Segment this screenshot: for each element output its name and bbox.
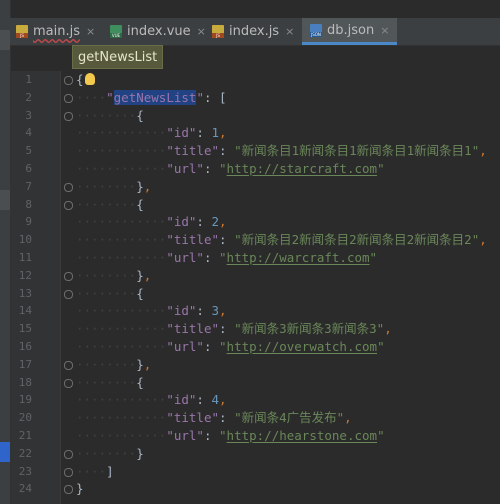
- code-line: ········{: [76, 107, 144, 123]
- line-number: 1: [25, 73, 32, 86]
- fold-marker-icon[interactable]: [64, 200, 73, 210]
- close-icon[interactable]: ×: [285, 25, 294, 38]
- fold-marker-icon[interactable]: [64, 467, 73, 477]
- code-line: ············"url": "http://starcraft.com…: [76, 161, 385, 176]
- line-number: 22: [18, 446, 32, 460]
- lightbulb-icon[interactable]: [84, 73, 95, 85]
- tab-index-vue[interactable]: VUE index.vue ×: [110, 18, 206, 45]
- breadcrumb-tooltip: getNewsList: [72, 45, 164, 69]
- code-line: ········}: [76, 445, 144, 461]
- code-line: }: [76, 481, 84, 497]
- line-number: 3: [25, 108, 32, 122]
- fold-marker-icon[interactable]: [64, 93, 73, 103]
- line-number: 2: [25, 90, 32, 104]
- line-number: 10: [18, 233, 32, 247]
- code-line: ····]: [76, 463, 114, 479]
- line-number: 18: [18, 375, 32, 389]
- code-line: ············"id": 2,: [76, 214, 227, 230]
- tab-label: index.vue: [127, 24, 191, 39]
- fold-marker-icon[interactable]: [64, 182, 73, 192]
- code-line: ········},: [76, 356, 152, 372]
- json-key-getNewsList: getNewsList: [113, 89, 197, 105]
- tool-strip-marker: [0, 190, 10, 210]
- fold-marker-icon[interactable]: [64, 360, 73, 370]
- editor-tab-bar: JS main.js × VUE index.vue × JS index.js…: [10, 18, 500, 46]
- line-number: 17: [18, 357, 32, 371]
- gutter-separator: [60, 71, 61, 504]
- code-line: ············"id": 3,: [76, 303, 227, 319]
- line-number: 21: [18, 429, 32, 442]
- json-file-icon: JSON: [310, 23, 322, 37]
- line-number: 7: [25, 179, 32, 193]
- code-line: {: [76, 71, 95, 89]
- code-line: ········{: [76, 285, 144, 301]
- line-number: 6: [25, 162, 32, 175]
- fold-marker-icon[interactable]: [64, 76, 73, 85]
- tool-strip-marker: [0, 30, 10, 50]
- close-icon[interactable]: ×: [380, 24, 389, 37]
- tool-strip-selected-marker: [0, 442, 10, 462]
- code-line: ········},: [76, 178, 152, 194]
- code-line: ············"id": 4,: [76, 392, 227, 408]
- code-editor[interactable]: { ····"getNewsList": [ ········{ ·······…: [76, 71, 500, 504]
- code-line: ············"title": "新闻条目2新闻条目2新闻条目2新闻条…: [76, 232, 487, 248]
- code-line: ············"id": 1,: [76, 125, 227, 141]
- line-number: 12: [18, 268, 32, 282]
- line-number: 13: [18, 286, 32, 300]
- code-line: ············"url": "http://overwatch.com…: [76, 339, 385, 354]
- line-number: 24: [18, 482, 32, 496]
- code-line: ········},: [76, 267, 152, 283]
- close-icon[interactable]: ×: [86, 25, 95, 38]
- js-file-icon: JS: [212, 25, 224, 38]
- code-line: ············"title": "新闻条目1新闻条目1新闻条目1新闻条…: [76, 143, 487, 159]
- line-number: 11: [18, 251, 32, 264]
- code-line: ············"url": "http://warcraft.com": [76, 250, 378, 265]
- fold-marker-icon[interactable]: [64, 271, 73, 281]
- line-number: 20: [18, 411, 32, 425]
- code-line: ············"url": "http://hearstone.com…: [76, 428, 385, 443]
- line-number: 16: [18, 340, 32, 353]
- line-number: 15: [18, 322, 32, 336]
- tab-label: db.json: [327, 22, 375, 38]
- line-number: 5: [25, 144, 32, 158]
- fold-marker-icon[interactable]: [64, 378, 73, 388]
- code-line: ····"getNewsList": [: [76, 89, 227, 105]
- line-number: 23: [18, 464, 32, 478]
- tab-label: main.js: [33, 24, 80, 39]
- line-number: 8: [25, 197, 32, 211]
- close-icon[interactable]: ×: [197, 25, 206, 38]
- vue-file-icon: VUE: [110, 25, 122, 38]
- js-file-icon: JS: [16, 25, 28, 38]
- tab-db-json[interactable]: JSON db.json ×: [302, 18, 398, 45]
- line-number: 19: [18, 393, 32, 407]
- code-line: ········{: [76, 374, 144, 390]
- line-number: 4: [25, 126, 32, 140]
- line-number: 9: [25, 215, 32, 229]
- tab-index-js[interactable]: JS index.js ×: [212, 18, 294, 45]
- code-line: ············"title": "新闻条4广告发布",: [76, 410, 352, 426]
- fold-marker-icon[interactable]: [64, 449, 73, 459]
- line-number: 14: [18, 304, 32, 318]
- fold-marker-icon[interactable]: [64, 289, 73, 299]
- code-line: ········{: [76, 196, 144, 212]
- code-line: ············"title": "新闻条3新闻条3新闻条3",: [76, 321, 392, 337]
- fold-marker-icon[interactable]: [64, 485, 73, 495]
- fold-marker-icon[interactable]: [64, 111, 73, 121]
- tab-main-js[interactable]: JS main.js ×: [16, 18, 95, 45]
- tab-label: index.js: [229, 24, 280, 39]
